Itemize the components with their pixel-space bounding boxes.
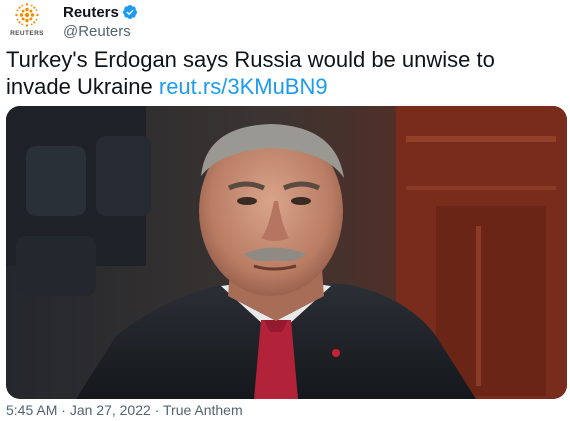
tweet-link[interactable]: reut.rs/3KMuBN9 xyxy=(159,74,328,99)
account-handle[interactable]: @Reuters xyxy=(63,23,138,40)
avatar[interactable]: REUTERS xyxy=(6,2,48,44)
tweet-date[interactable]: Jan 27, 2022 xyxy=(70,402,151,418)
display-name-row: Reuters xyxy=(63,2,138,22)
photo-icon xyxy=(6,106,567,399)
tweet-time[interactable]: 5:45 AM xyxy=(6,402,57,418)
avatar-wordmark: REUTERS xyxy=(10,30,44,37)
meta-separator: · xyxy=(154,402,160,418)
tweet-text: Turkey's Erdogan says Russia would be un… xyxy=(6,46,562,100)
tweet-photo[interactable] xyxy=(6,106,567,399)
tweet-meta: 5:45 AM · Jan 27, 2022 · True Anthem xyxy=(6,402,243,418)
display-name[interactable]: Reuters xyxy=(63,4,119,21)
tweet-source[interactable]: True Anthem xyxy=(163,402,243,418)
verified-badge-icon xyxy=(122,5,137,19)
tweet-card: REUTERS Reuters @Reuters Turkey's Erdoga… xyxy=(0,0,570,421)
meta-separator: · xyxy=(61,402,66,418)
tweet-header: REUTERS Reuters @Reuters xyxy=(6,2,566,44)
account-names: Reuters @Reuters xyxy=(63,2,138,40)
reuters-logo-icon xyxy=(15,3,39,27)
